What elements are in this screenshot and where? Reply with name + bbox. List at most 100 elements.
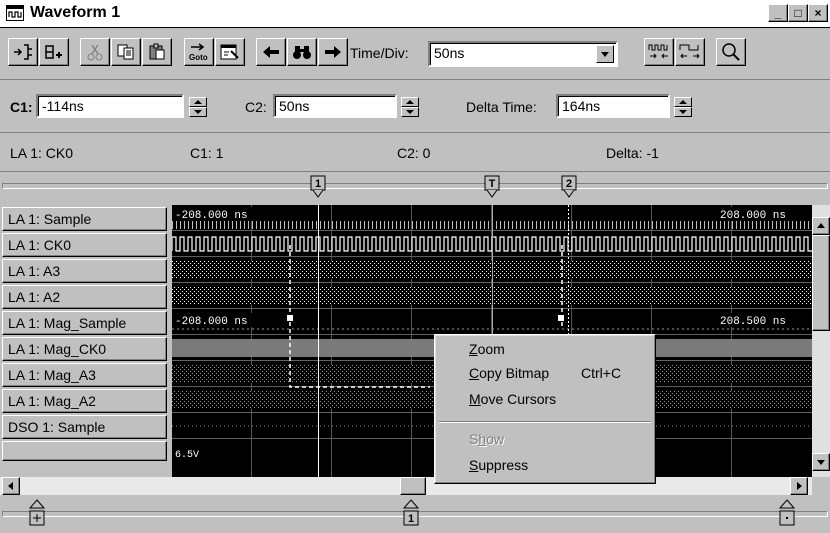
signal-name-item[interactable]: LA 1: Mag_A2 <box>2 389 167 413</box>
properties-icon <box>220 44 239 60</box>
binoculars-icon <box>293 46 311 59</box>
signal-name-item[interactable]: LA 1: A2 <box>2 285 167 309</box>
signal-name-item[interactable]: LA 1: CK0 <box>2 233 167 257</box>
delta-time-value: 164ns <box>562 98 601 114</box>
magnify-handle <box>558 315 564 321</box>
signal-name-item[interactable]: LA 1: A3 <box>2 259 167 283</box>
trigger-marker[interactable]: T <box>484 175 500 199</box>
menu-item-copy-bitmap[interactable]: Copy Bitmap Ctrl+C <box>469 365 621 381</box>
menu-item-label: Copy Bitmap <box>469 365 550 381</box>
overview-cursor-1-label: 1 <box>408 513 414 525</box>
maximize-button[interactable]: □ <box>788 4 808 22</box>
signal-name-item[interactable]: LA 1: Mag_A3 <box>2 363 167 387</box>
c1-value: -114ns <box>42 98 84 114</box>
c1-field[interactable]: -114ns <box>36 94 184 118</box>
time-div-select[interactable]: 50ns <box>428 41 618 67</box>
magnifier-icon <box>722 43 740 61</box>
c1-spin-down-icon[interactable] <box>189 107 207 117</box>
goto-label: Goto <box>189 53 208 62</box>
overview-start-marker[interactable] <box>28 499 46 527</box>
marker-ruler[interactable]: 1 T 2 <box>0 173 830 203</box>
delta-time-field[interactable]: 164ns <box>556 94 670 118</box>
delta-spinner[interactable] <box>674 97 692 117</box>
c1-spin-up-icon[interactable] <box>189 97 207 107</box>
menu-item-zoom[interactable]: Zoom <box>469 341 505 357</box>
search-button[interactable] <box>287 38 317 66</box>
delta-spin-down-icon[interactable] <box>674 107 692 117</box>
close-button[interactable]: × <box>808 4 828 22</box>
mag-left-label: -208.000 ns <box>175 316 248 328</box>
cursor-2-marker-label: 2 <box>566 178 572 190</box>
previous-edge-button[interactable] <box>256 38 286 66</box>
minimize-icon: _ <box>774 6 782 20</box>
cursor-bar: C1: -114ns C2: 50ns Delta Time: 164ns <box>0 81 830 133</box>
menu-item-suppress[interactable]: Suppress <box>469 457 528 473</box>
c2-spinner[interactable] <box>401 97 419 117</box>
chevron-down-icon[interactable] <box>596 45 614 63</box>
zoom-out-time-button[interactable] <box>675 38 705 66</box>
scissors-icon <box>87 44 103 61</box>
cut-button[interactable] <box>80 38 110 66</box>
overview-end-marker[interactable] <box>778 499 796 527</box>
sample-left-label: -208.000 ns <box>175 210 248 222</box>
trigger-marker-label: T <box>489 178 496 190</box>
new-bus-icon <box>45 45 62 59</box>
signal-name-item[interactable]: LA 1: Mag_CK0 <box>2 337 167 361</box>
dso-level-label: 6.5V <box>175 450 199 461</box>
c2-spin-up-icon[interactable] <box>401 97 419 107</box>
magnify-handle <box>287 315 293 321</box>
overview-cursor-1-marker[interactable]: 1 <box>402 499 420 527</box>
c2-field[interactable]: 50ns <box>273 94 397 118</box>
signal-name-item[interactable]: LA 1: Mag_Sample <box>2 311 167 335</box>
context-menu: Zoom Copy Bitmap Ctrl+C Move Cursors Show Sup… <box>434 334 656 484</box>
c2-label: C2: <box>245 99 267 115</box>
goto-button[interactable]: Goto <box>184 38 214 66</box>
scroll-left-button[interactable] <box>2 477 20 495</box>
properties-button[interactable] <box>215 38 245 66</box>
waveform-app-icon[interactable] <box>6 5 24 21</box>
close-icon: × <box>814 6 822 20</box>
new-bus-button[interactable] <box>39 38 69 66</box>
info-c1: C1: 1 <box>190 145 224 161</box>
paste-button[interactable] <box>142 38 172 66</box>
menu-item-label: Suppress <box>469 457 529 473</box>
time-div-label: Time/Div: <box>350 45 409 61</box>
menu-item-shortcut: Ctrl+C <box>581 365 622 381</box>
cursor-info-bar: LA 1: CK0 C1: 1 C2: 0 Delta: -1 <box>0 134 830 172</box>
zoom-in-time-button[interactable] <box>644 38 674 66</box>
menu-item-label: Move Cursors <box>469 391 557 407</box>
next-edge-button[interactable] <box>318 38 348 66</box>
title-bar[interactable]: Waveform 1 _ □ × <box>0 0 830 28</box>
c1-spinner[interactable] <box>189 97 207 117</box>
c2-value: 50ns <box>279 98 310 114</box>
delta-spin-up-icon[interactable] <box>674 97 692 107</box>
minimize-button[interactable]: _ <box>768 4 788 22</box>
info-c2: C2: 0 <box>397 145 431 161</box>
copy-button[interactable] <box>111 38 141 66</box>
signal-name-item[interactable]: LA 1: Sample <box>2 207 167 231</box>
time-div-value: 50ns <box>434 45 465 61</box>
arrow-right-icon <box>797 482 802 490</box>
scroll-down-button[interactable] <box>812 453 830 471</box>
overview-bar[interactable]: 1 <box>0 497 830 533</box>
waveform-window: Waveform 1 _ □ × Goto Time/Div: 50ns C1:… <box>0 0 830 533</box>
signal-name-empty[interactable] <box>2 441 167 461</box>
c2-spin-down-icon[interactable] <box>401 107 419 117</box>
horizontal-scrollbar[interactable] <box>0 477 812 495</box>
magnify-button[interactable] <box>716 38 746 66</box>
cursor-1-marker[interactable]: 1 <box>310 175 326 199</box>
menu-separator <box>439 421 651 423</box>
menu-item-move-cursors[interactable]: Move Cursors <box>469 391 556 407</box>
scroll-up-button[interactable] <box>812 217 830 235</box>
horizontal-scroll-thumb[interactable] <box>400 477 426 495</box>
vertical-scroll-thumb[interactable] <box>812 235 830 331</box>
compress-waveform-icon <box>648 44 668 59</box>
window-title: Waveform 1 <box>30 4 121 21</box>
vertical-scrollbar[interactable] <box>812 205 830 477</box>
signal-name-item[interactable]: DSO 1: Sample <box>2 415 167 439</box>
toolbar: Goto Time/Div: 50ns <box>0 28 830 80</box>
arrow-left-icon <box>8 482 13 490</box>
add-signal-button[interactable] <box>8 38 38 66</box>
scroll-right-button[interactable] <box>790 477 808 495</box>
cursor-2-marker[interactable]: 2 <box>561 175 577 199</box>
